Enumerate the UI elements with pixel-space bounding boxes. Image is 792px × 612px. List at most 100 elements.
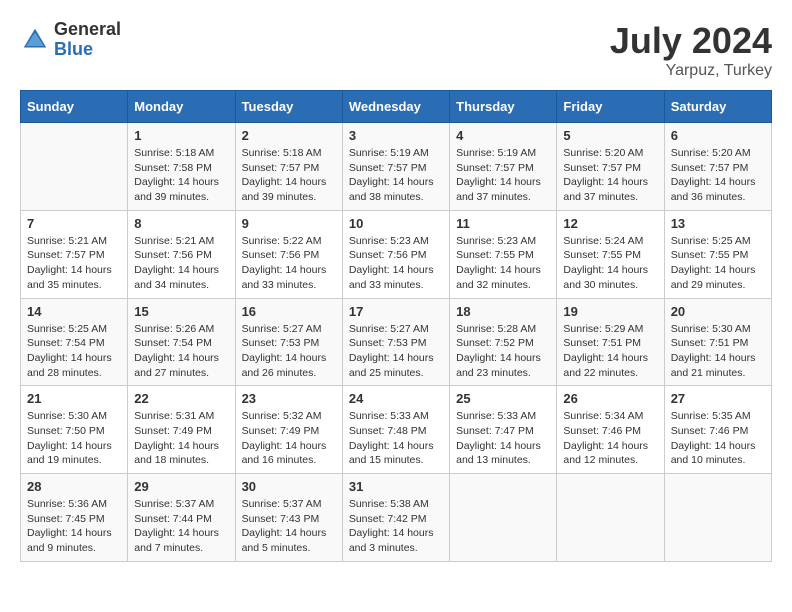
page-header: General Blue July 2024 Yarpuz, Turkey [20, 20, 772, 80]
day-info: Sunrise: 5:34 AMSunset: 7:46 PMDaylight:… [563, 409, 657, 468]
calendar-cell: 30Sunrise: 5:37 AMSunset: 7:43 PMDayligh… [235, 474, 342, 562]
calendar-cell: 9 Sunrise: 5:22 AMSunset: 7:56 PMDaylight… [235, 210, 342, 298]
day-number: 27 [671, 391, 765, 406]
calendar-cell: 8 Sunrise: 5:21 AMSunset: 7:56 PMDaylight… [128, 210, 235, 298]
calendar-cell: 25Sunrise: 5:33 AMSunset: 7:47 PMDayligh… [450, 386, 557, 474]
day-header-sunday: Sunday [21, 91, 128, 123]
calendar-cell: 6 Sunrise: 5:20 AMSunset: 7:57 PMDaylight… [664, 123, 771, 211]
calendar-cell [21, 123, 128, 211]
day-info: Sunrise: 5:27 AMSunset: 7:53 PMDaylight:… [349, 322, 443, 381]
day-number: 23 [242, 391, 336, 406]
day-header-wednesday: Wednesday [342, 91, 449, 123]
calendar-cell: 16 Sunrise: 5:27 AMSunset: 7:53 PMDayligh… [235, 298, 342, 386]
calendar-cell: 11 Sunrise: 5:23 AMSunset: 7:55 PMDayligh… [450, 210, 557, 298]
calendar-cell: 31 Sunrise: 5:38 AMSunset: 7:42 PMDayligh… [342, 474, 449, 562]
calendar-cell: 3 Sunrise: 5:19 AMSunset: 7:57 PMDaylight… [342, 123, 449, 211]
day-info: Sunrise: 5:32 AMSunset: 7:49 PMDaylight:… [242, 409, 336, 468]
calendar-week-5: 28 Sunrise: 5:36 AMSunset: 7:45 PMDayligh… [21, 474, 772, 562]
day-number: 21 [27, 391, 121, 406]
calendar-cell: 22 Sunrise: 5:31 AMSunset: 7:49 PMDayligh… [128, 386, 235, 474]
day-header-saturday: Saturday [664, 91, 771, 123]
day-number: 24 [349, 391, 443, 406]
logo-blue: Blue [54, 40, 121, 60]
day-number: 6 [671, 128, 765, 143]
calendar-cell: 12Sunrise: 5:24 AMSunset: 7:55 PMDayligh… [557, 210, 664, 298]
day-info: Sunrise: 5:21 AMSunset: 7:57 PMDaylight:… [27, 234, 121, 293]
logo-icon [20, 25, 50, 55]
logo: General Blue [20, 20, 121, 60]
day-number: 16 [242, 304, 336, 319]
calendar-cell: 26 Sunrise: 5:34 AMSunset: 7:46 PMDayligh… [557, 386, 664, 474]
day-info: Sunrise: 5:33 AMSunset: 7:48 PMDaylight:… [349, 409, 443, 468]
calendar-cell: 24 Sunrise: 5:33 AMSunset: 7:48 PMDayligh… [342, 386, 449, 474]
day-number: 11 [456, 216, 550, 231]
calendar-cell: 29Sunrise: 5:37 AMSunset: 7:44 PMDayligh… [128, 474, 235, 562]
calendar-week-1: 1 Sunrise: 5:18 AMSunset: 7:58 PMDaylight… [21, 123, 772, 211]
calendar-cell: 21 Sunrise: 5:30 AMSunset: 7:50 PMDayligh… [21, 386, 128, 474]
day-info: Sunrise: 5:35 AMSunset: 7:46 PMDaylight:… [671, 409, 765, 468]
day-number: 8 [134, 216, 228, 231]
calendar-cell: 7 Sunrise: 5:21 AMSunset: 7:57 PMDaylight… [21, 210, 128, 298]
day-info: Sunrise: 5:25 AMSunset: 7:54 PMDaylight:… [27, 322, 121, 381]
calendar-cell: 17 Sunrise: 5:27 AMSunset: 7:53 PMDayligh… [342, 298, 449, 386]
day-info: Sunrise: 5:19 AMSunset: 7:57 PMDaylight:… [456, 146, 550, 205]
day-header-monday: Monday [128, 91, 235, 123]
title-section: July 2024 Yarpuz, Turkey [610, 20, 772, 80]
calendar-cell [557, 474, 664, 562]
day-info: Sunrise: 5:38 AMSunset: 7:42 PMDaylight:… [349, 497, 443, 556]
day-info: Sunrise: 5:26 AMSunset: 7:54 PMDaylight:… [134, 322, 228, 381]
logo-general: General [54, 20, 121, 40]
day-number: 7 [27, 216, 121, 231]
day-info: Sunrise: 5:20 AMSunset: 7:57 PMDaylight:… [563, 146, 657, 205]
calendar-cell [450, 474, 557, 562]
day-info: Sunrise: 5:31 AMSunset: 7:49 PMDaylight:… [134, 409, 228, 468]
day-info: Sunrise: 5:28 AMSunset: 7:52 PMDaylight:… [456, 322, 550, 381]
day-info: Sunrise: 5:27 AMSunset: 7:53 PMDaylight:… [242, 322, 336, 381]
day-info: Sunrise: 5:30 AMSunset: 7:50 PMDaylight:… [27, 409, 121, 468]
day-info: Sunrise: 5:36 AMSunset: 7:45 PMDaylight:… [27, 497, 121, 556]
calendar-week-4: 21 Sunrise: 5:30 AMSunset: 7:50 PMDayligh… [21, 386, 772, 474]
day-number: 17 [349, 304, 443, 319]
day-info: Sunrise: 5:19 AMSunset: 7:57 PMDaylight:… [349, 146, 443, 205]
day-info: Sunrise: 5:22 AMSunset: 7:56 PMDaylight:… [242, 234, 336, 293]
day-number: 14 [27, 304, 121, 319]
day-header-tuesday: Tuesday [235, 91, 342, 123]
day-number: 13 [671, 216, 765, 231]
day-info: Sunrise: 5:25 AMSunset: 7:55 PMDaylight:… [671, 234, 765, 293]
day-number: 28 [27, 479, 121, 494]
day-header-friday: Friday [557, 91, 664, 123]
calendar-cell: 13 Sunrise: 5:25 AMSunset: 7:55 PMDayligh… [664, 210, 771, 298]
day-number: 18 [456, 304, 550, 319]
calendar-table: SundayMondayTuesdayWednesdayThursdayFrid… [20, 90, 772, 562]
calendar-cell: 28 Sunrise: 5:36 AMSunset: 7:45 PMDayligh… [21, 474, 128, 562]
calendar-cell [664, 474, 771, 562]
day-number: 9 [242, 216, 336, 231]
day-number: 22 [134, 391, 228, 406]
day-info: Sunrise: 5:29 AMSunset: 7:51 PMDaylight:… [563, 322, 657, 381]
day-info: Sunrise: 5:23 AMSunset: 7:55 PMDaylight:… [456, 234, 550, 293]
calendar-cell: 10Sunrise: 5:23 AMSunset: 7:56 PMDayligh… [342, 210, 449, 298]
day-number: 19 [563, 304, 657, 319]
day-header-thursday: Thursday [450, 91, 557, 123]
day-number: 2 [242, 128, 336, 143]
logo-text: General Blue [54, 20, 121, 60]
day-number: 20 [671, 304, 765, 319]
calendar-cell: 23 Sunrise: 5:32 AMSunset: 7:49 PMDayligh… [235, 386, 342, 474]
day-number: 30 [242, 479, 336, 494]
calendar-cell: 18 Sunrise: 5:28 AMSunset: 7:52 PMDayligh… [450, 298, 557, 386]
day-number: 31 [349, 479, 443, 494]
day-number: 5 [563, 128, 657, 143]
day-info: Sunrise: 5:30 AMSunset: 7:51 PMDaylight:… [671, 322, 765, 381]
calendar-cell: 2Sunrise: 5:18 AMSunset: 7:57 PMDaylight… [235, 123, 342, 211]
calendar-header-row: SundayMondayTuesdayWednesdayThursdayFrid… [21, 91, 772, 123]
calendar-cell: 14 Sunrise: 5:25 AMSunset: 7:54 PMDayligh… [21, 298, 128, 386]
day-info: Sunrise: 5:18 AMSunset: 7:58 PMDaylight:… [134, 146, 228, 205]
day-info: Sunrise: 5:21 AMSunset: 7:56 PMDaylight:… [134, 234, 228, 293]
calendar-cell: 1 Sunrise: 5:18 AMSunset: 7:58 PMDaylight… [128, 123, 235, 211]
month-year: July 2024 [610, 20, 772, 62]
day-number: 1 [134, 128, 228, 143]
day-info: Sunrise: 5:24 AMSunset: 7:55 PMDaylight:… [563, 234, 657, 293]
day-number: 26 [563, 391, 657, 406]
day-info: Sunrise: 5:20 AMSunset: 7:57 PMDaylight:… [671, 146, 765, 205]
day-number: 3 [349, 128, 443, 143]
